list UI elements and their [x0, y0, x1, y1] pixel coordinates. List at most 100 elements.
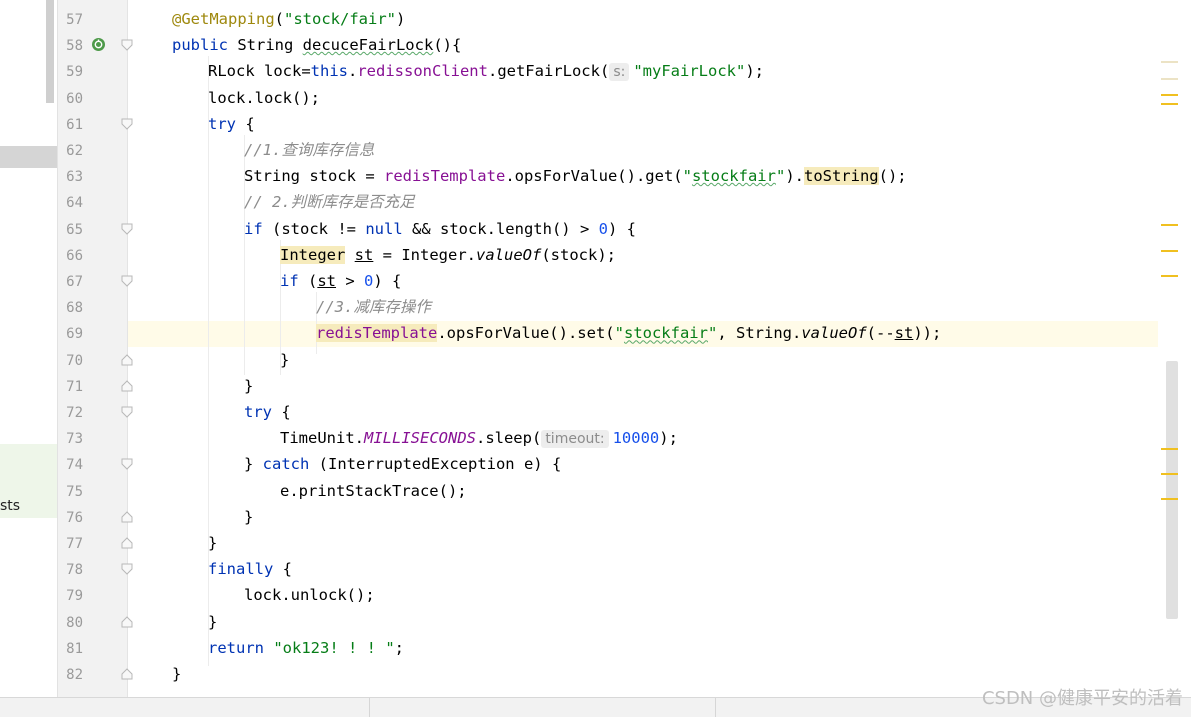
code-line[interactable]: if (stock != null && stock.length() > 0)…: [244, 219, 636, 239]
code-line[interactable]: // 2.判断库存是否充足: [244, 192, 415, 212]
code-line[interactable]: }: [280, 350, 289, 370]
editor-scrollbar-thumb[interactable]: [1166, 361, 1178, 619]
code-line[interactable]: }: [208, 612, 217, 632]
fold-arrow-icon[interactable]: [121, 615, 133, 628]
code-line[interactable]: Integer st = Integer.valueOf(stock);: [280, 245, 616, 265]
line-number[interactable]: 68: [57, 298, 83, 318]
code-line[interactable]: e.printStackTrace();: [280, 481, 467, 501]
fold-arrow-icon[interactable]: [121, 458, 133, 471]
fold-arrow-icon[interactable]: [121, 406, 133, 418]
line-number[interactable]: 60: [57, 89, 83, 109]
code-token: TimeUnit.: [280, 429, 364, 448]
line-number[interactable]: 57: [57, 10, 83, 30]
fold-arrow-icon[interactable]: [121, 563, 133, 575]
project-tree-selected-row[interactable]: [0, 146, 57, 168]
project-tool-window: sts: [0, 0, 57, 697]
code-token: (: [298, 272, 318, 290]
code-token: String: [228, 36, 303, 55]
code-token: redissonClient: [357, 62, 488, 81]
code-line[interactable]: if (st > 0) {: [280, 271, 401, 291]
code-line[interactable]: //1.查询库存信息: [244, 140, 374, 160]
line-number[interactable]: 65: [57, 220, 83, 240]
code-line[interactable]: //3.减库存操作: [316, 297, 431, 317]
warning-marker[interactable]: [1161, 61, 1178, 63]
code-token: try: [244, 403, 272, 421]
line-number[interactable]: 70: [57, 351, 83, 371]
code-token: redisTemplate: [383, 167, 506, 186]
warning-marker[interactable]: [1161, 498, 1178, 500]
code-line[interactable]: }: [208, 533, 217, 553]
code-token: String stock =: [244, 167, 384, 186]
warning-marker[interactable]: [1161, 224, 1178, 226]
code-line[interactable]: RLock lock=this.redissonClient.getFairLo…: [208, 61, 764, 82]
line-number[interactable]: 62: [57, 141, 83, 161]
fold-arrow-icon[interactable]: [121, 668, 133, 680]
spring-web-mapping-icon[interactable]: [91, 37, 106, 52]
code-line[interactable]: } catch (InterruptedException e) {: [244, 454, 561, 474]
warning-marker[interactable]: [1161, 250, 1178, 252]
line-number[interactable]: 81: [57, 639, 83, 659]
code-line[interactable]: @GetMapping("stock/fair"): [172, 9, 405, 29]
code-line[interactable]: redisTemplate.opsForValue().set("stockfa…: [316, 323, 941, 343]
warning-marker[interactable]: [1161, 94, 1178, 96]
line-number[interactable]: 67: [57, 272, 83, 292]
code-token: ();: [878, 167, 907, 186]
code-line[interactable]: }: [244, 507, 253, 527]
code-token: "myFairLock": [633, 62, 746, 81]
fold-arrow-icon[interactable]: [121, 380, 133, 392]
line-number[interactable]: 75: [57, 482, 83, 502]
project-tree-item-label[interactable]: sts: [0, 498, 20, 514]
line-number[interactable]: 73: [57, 429, 83, 449]
code-token: //3.: [316, 298, 354, 317]
code-line[interactable]: String stock = redisTemplate.opsForValue…: [244, 166, 907, 186]
code-line[interactable]: }: [172, 664, 181, 684]
line-number[interactable]: 82: [57, 665, 83, 685]
line-number[interactable]: 69: [57, 324, 83, 344]
code-line[interactable]: }: [244, 376, 253, 396]
line-number[interactable]: 66: [57, 246, 83, 266]
line-number[interactable]: 79: [57, 586, 83, 606]
line-number[interactable]: 71: [57, 377, 83, 397]
warning-marker[interactable]: [1161, 448, 1178, 450]
code-line[interactable]: lock.lock();: [208, 88, 320, 108]
fold-arrow-icon[interactable]: [121, 511, 133, 523]
fold-arrow-icon[interactable]: [121, 353, 133, 366]
code-token: redisTemplate: [316, 324, 438, 343]
code-token: .: [347, 62, 358, 81]
line-number[interactable]: 61: [57, 115, 83, 135]
fold-arrow-icon[interactable]: [121, 537, 133, 549]
line-number[interactable]: 78: [57, 560, 83, 580]
code-token: // 2.: [244, 193, 291, 212]
line-number[interactable]: 63: [57, 167, 83, 187]
status-bar-segment: [369, 698, 716, 717]
code-token: "stock/fair": [284, 10, 396, 28]
warning-marker[interactable]: [1161, 473, 1178, 475]
line-number[interactable]: 72: [57, 403, 83, 423]
code-line[interactable]: public String decuceFairLock(){: [172, 35, 461, 55]
line-number[interactable]: 59: [57, 62, 83, 82]
line-number[interactable]: 74: [57, 455, 83, 475]
line-number[interactable]: 58: [57, 36, 83, 56]
fold-arrow-icon[interactable]: [121, 39, 133, 51]
warning-marker[interactable]: [1161, 78, 1178, 80]
code-token: ).: [785, 167, 804, 186]
fold-arrow-icon[interactable]: [121, 275, 133, 287]
line-number[interactable]: 80: [57, 613, 83, 633]
code-line[interactable]: try {: [244, 402, 291, 422]
code-line[interactable]: try {: [208, 114, 255, 134]
code-line[interactable]: finally {: [208, 559, 292, 579]
line-number[interactable]: 76: [57, 508, 83, 528]
project-panel-scrollbar[interactable]: [46, 0, 54, 103]
fold-arrow-icon[interactable]: [121, 223, 133, 235]
code-line[interactable]: TimeUnit.MILLISECONDS.sleep(timeout: 1000…: [280, 428, 678, 449]
code-token: {: [236, 114, 255, 133]
code-line[interactable]: return "ok123! ! ! ";: [208, 638, 404, 658]
line-number[interactable]: 77: [57, 534, 83, 554]
code-token: valueOf: [801, 324, 867, 343]
warning-marker[interactable]: [1161, 275, 1178, 277]
fold-arrow-icon[interactable]: [121, 118, 133, 130]
line-number[interactable]: 64: [57, 193, 83, 213]
warning-marker[interactable]: [1161, 103, 1178, 105]
code-line[interactable]: lock.unlock();: [244, 585, 375, 605]
code-token: toString: [803, 167, 879, 186]
